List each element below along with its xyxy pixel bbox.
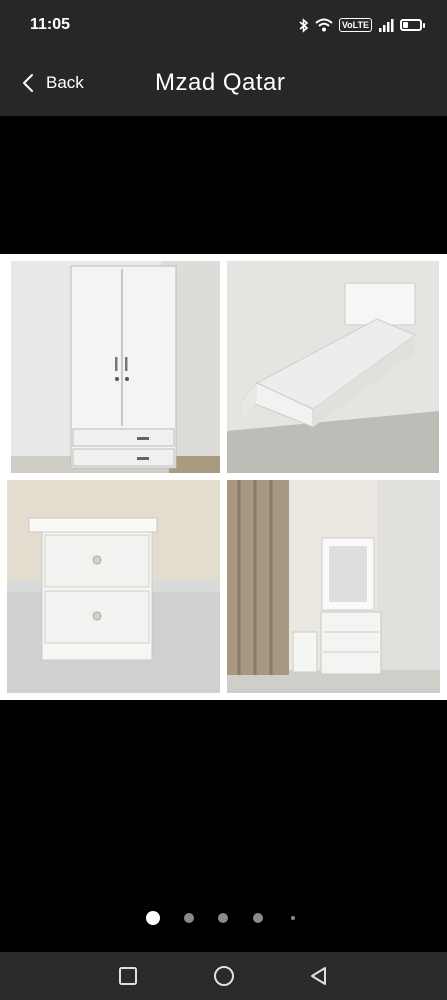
status-bar: 11:05 VoLTE [0, 0, 447, 50]
chevron-left-icon [23, 74, 33, 92]
back-triangle-icon[interactable] [307, 964, 331, 988]
page-indicator[interactable] [0, 911, 447, 925]
page-dot-3[interactable] [218, 913, 228, 923]
status-icons: VoLTE [299, 17, 425, 33]
photo-nightstand [7, 480, 220, 693]
recents-square-icon[interactable] [116, 964, 140, 988]
photo-wardrobe [11, 261, 220, 473]
home-circle-icon[interactable] [212, 964, 236, 988]
page-dot-2[interactable] [184, 913, 194, 923]
photo-dresser-mirror [227, 480, 440, 693]
battery-icon [400, 19, 425, 31]
volte-icon: VoLTE [338, 18, 372, 32]
page-dot-1[interactable] [146, 911, 160, 925]
product-image-collage[interactable] [0, 254, 447, 700]
battery-level [403, 22, 408, 28]
image-viewer[interactable] [0, 116, 447, 952]
signal-icon [379, 19, 394, 32]
system-nav-bar [0, 952, 447, 1000]
wifi-icon [315, 18, 333, 32]
page-dot-5[interactable] [291, 916, 295, 920]
photo-single-bed [227, 261, 439, 473]
bluetooth-icon [299, 17, 309, 33]
app-bar: Back Mzad Qatar [0, 50, 447, 116]
page-dot-4[interactable] [253, 913, 263, 923]
back-button[interactable]: Back [22, 73, 84, 93]
page-title: Mzad Qatar [155, 69, 286, 96]
status-time: 11:05 [30, 16, 71, 33]
back-label: Back [46, 73, 84, 92]
